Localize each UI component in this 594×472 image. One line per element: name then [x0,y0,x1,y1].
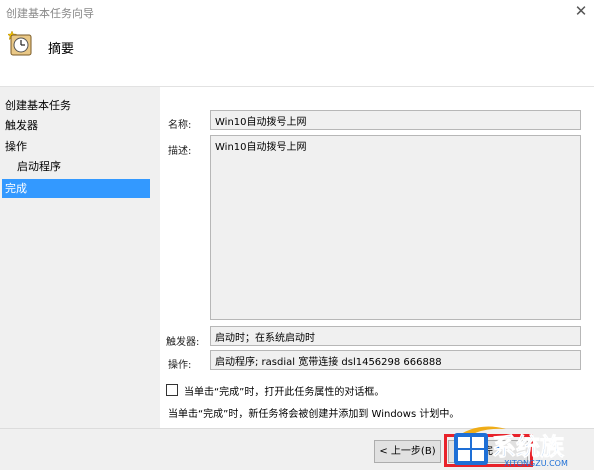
description-label: 描述: [168,146,192,157]
description-field[interactable]: Win10自动拨号上网 [210,135,581,320]
task-clock-icon [6,30,32,56]
nav-item-finish[interactable]: 完成 [2,179,150,198]
window-title: 创建基本任务向导 [6,7,94,20]
name-label: 名称: [168,120,192,131]
open-properties-checkbox-label[interactable]: 当单击“完成”时，打开此任务属性的对话框。 [184,383,384,398]
back-button[interactable]: < 上一步(B) [374,440,441,463]
finish-note: 当单击“完成”时，新任务将会被创建并添加到 Windows 计划中。 [168,409,460,420]
svg-text:XITONGZU.COM: XITONGZU.COM [504,459,568,468]
trigger-field[interactable]: 启动时；在系统启动时 [210,326,581,346]
open-properties-checkbox[interactable] [166,384,178,396]
action-field[interactable]: 启动程序; rasdial 宽带连接 dsl1456298 666888 [210,350,581,370]
trigger-label: 触发器: [166,337,200,348]
wizard-step-nav: 创建基本任务 触发器 操作 启动程序 完成 [0,87,160,447]
site-watermark-logo: 系统族 XITONGZU.COM [446,417,594,469]
title-bar: 创建基本任务向导 ✕ [0,0,594,24]
nav-item-action[interactable]: 操作 [2,137,150,156]
nav-item-create-basic-task[interactable]: 创建基本任务 [2,96,150,115]
action-label: 操作: [168,360,192,371]
name-field[interactable]: Win10自动拨号上网 [210,110,581,130]
nav-item-start-program[interactable]: 启动程序 [2,157,150,176]
svg-text:系统族: 系统族 [492,433,565,461]
page-title: 摘要 [48,42,75,57]
close-icon[interactable]: ✕ [570,1,592,21]
nav-item-trigger[interactable]: 触发器 [2,116,150,135]
